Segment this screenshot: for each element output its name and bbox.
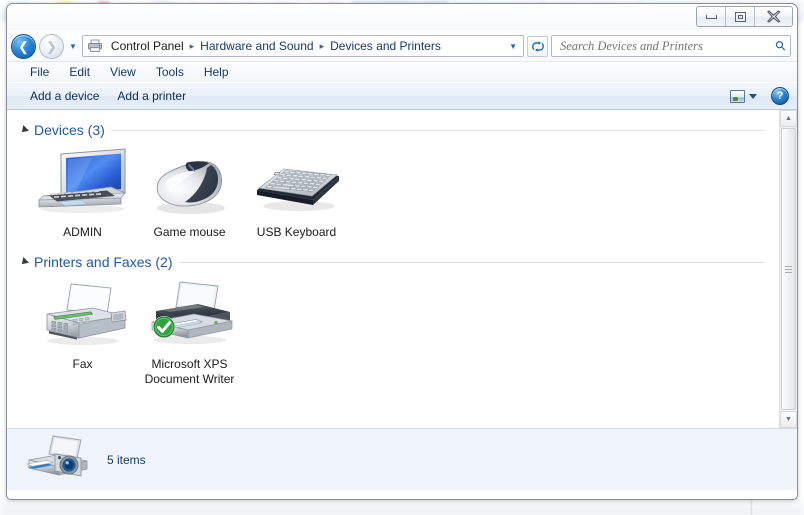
devices-list: ADMIN Game mouse USB Keyboard (7, 146, 779, 240)
device-item-usb-keyboard[interactable]: USB Keyboard (243, 146, 350, 240)
forward-arrow-icon: ❯ (46, 38, 57, 54)
content-area: Devices (3) ADMIN Game mouse USB Keyboar… (7, 110, 797, 428)
keyboard-icon (243, 146, 350, 220)
device-item-admin[interactable]: ADMIN (29, 146, 136, 240)
laptop-icon (29, 146, 136, 220)
printer-icon (136, 278, 243, 352)
window-controls (696, 6, 793, 27)
mouse-icon (136, 146, 243, 220)
back-button[interactable]: ❮ (11, 33, 36, 59)
breadcrumb-item-hardware-and-sound[interactable]: Hardware and Sound (196, 38, 317, 54)
minimize-button[interactable] (697, 7, 726, 26)
scroll-grip-icon (785, 264, 792, 275)
back-arrow-icon: ❮ (18, 38, 29, 54)
search-box[interactable]: ⚲ (551, 35, 791, 57)
group-header-printers-and-faxes[interactable]: Printers and Faxes (2) (7, 254, 779, 270)
maximize-icon (734, 11, 746, 22)
triangle-down-icon[interactable] (19, 257, 29, 267)
menu-bar: File Edit View Tools Help (7, 62, 797, 82)
breadcrumb-separator-icon[interactable]: ▸ (189, 41, 196, 52)
printer-icon (88, 39, 102, 52)
minimize-icon (705, 14, 717, 19)
menu-item-tools[interactable]: Tools (146, 64, 194, 80)
help-button[interactable]: ? (771, 87, 789, 105)
change-view-button[interactable] (726, 88, 761, 105)
group-header-devices[interactable]: Devices (3) (7, 122, 779, 138)
group-divider (110, 129, 765, 131)
status-bar: 5 items (7, 428, 797, 490)
forward-button[interactable]: ❯ (39, 33, 64, 59)
chevron-down-icon[interactable] (749, 93, 757, 99)
menu-item-file[interactable]: File (20, 64, 59, 80)
refresh-icon (531, 40, 544, 52)
recent-pages-button[interactable]: ▼ (67, 42, 79, 51)
group-title-devices: Devices (3) (34, 122, 105, 138)
title-bar (7, 4, 797, 31)
printer-label: Microsoft XPS Document Writer (144, 357, 235, 386)
breadcrumb-item-devices-and-printers[interactable]: Devices and Printers (326, 38, 445, 54)
menu-item-view[interactable]: View (100, 64, 146, 80)
breadcrumb-separator-icon[interactable]: ▸ (319, 41, 326, 52)
scroll-up-button[interactable]: ▲ (780, 110, 797, 127)
maximize-button[interactable] (726, 7, 755, 26)
menu-item-edit[interactable]: Edit (59, 64, 100, 80)
add-a-device-button[interactable]: Add a device (21, 86, 108, 106)
scroll-down-button[interactable]: ▼ (780, 411, 797, 428)
printer-item-fax[interactable]: Fax (29, 278, 136, 387)
fax-icon (29, 278, 136, 352)
add-a-printer-button[interactable]: Add a printer (108, 86, 195, 106)
vertical-scrollbar[interactable]: ▲ ▼ (779, 110, 797, 428)
device-label: Game mouse (153, 225, 226, 239)
group-divider (178, 261, 765, 263)
printer-item-microsoft-xps-document-writer[interactable]: Microsoft XPS Document Writer (136, 278, 243, 387)
breadcrumb-item-control-panel[interactable]: Control Panel (107, 38, 188, 54)
close-button[interactable] (755, 7, 792, 26)
scroll-thumb[interactable] (781, 128, 796, 410)
device-label: USB Keyboard (256, 225, 337, 239)
triangle-down-icon[interactable] (19, 125, 29, 135)
address-bar: ❮ ❯ ▼ Control Panel ▸ Hardware and Sound… (7, 31, 797, 62)
device-label: ADMIN (63, 225, 102, 239)
close-icon (766, 10, 780, 23)
scanner-camera-icon (25, 434, 97, 486)
default-check-badge (152, 316, 175, 338)
device-item-game-mouse[interactable]: Game mouse (136, 146, 243, 240)
items-view[interactable]: Devices (3) ADMIN Game mouse USB Keyboar… (7, 110, 779, 428)
change-view-icon (730, 89, 745, 103)
printer-label: Fax (72, 357, 93, 371)
printers-list: Fax Microsoft XPS Document Writer (7, 278, 779, 387)
group-title-printers-and-faxes: Printers and Faxes (2) (34, 254, 173, 270)
refresh-button[interactable] (527, 35, 548, 57)
status-item-count: 5 items (107, 452, 146, 467)
background-taskbar (0, 499, 804, 515)
breadcrumb[interactable]: Control Panel ▸ Hardware and Sound ▸ Dev… (81, 35, 524, 57)
search-input[interactable] (560, 38, 777, 54)
breadcrumb-dropdown-icon[interactable]: ▼ (509, 42, 521, 51)
menu-item-help[interactable]: Help (194, 64, 239, 80)
command-toolbar: Add a device Add a printer ? (7, 82, 797, 110)
devices-and-printers-window: ❮ ❯ ▼ Control Panel ▸ Hardware and Sound… (6, 3, 798, 500)
